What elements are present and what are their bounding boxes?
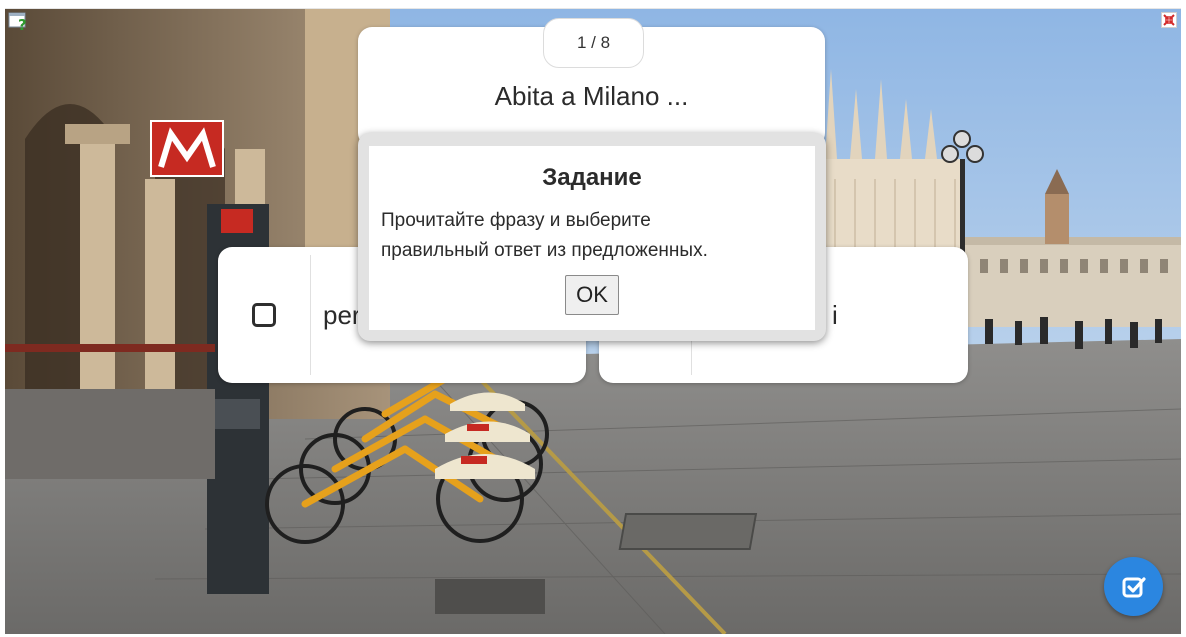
help-icon: ?: [8, 12, 27, 34]
task-dialog-line-1: Прочитайте фразу и выберите: [381, 210, 651, 231]
task-dialog: Задание Прочитайте фразу и выберите прав…: [358, 133, 826, 341]
task-dialog-line-2: правильный ответ из предложенных.: [381, 240, 708, 261]
task-dialog-text: Прочитайте фразу и выберите правильный о…: [369, 206, 815, 266]
question-card: 1 / 8 Abita a Milano ...: [358, 18, 825, 147]
exercise-stage: ? 1 / 8 Abita a Milano ... per i Задание…: [5, 8, 1181, 634]
ok-button[interactable]: OK: [565, 275, 619, 315]
svg-text:?: ?: [18, 16, 27, 31]
task-dialog-body: Задание Прочитайте фразу и выберите прав…: [369, 146, 815, 330]
fullscreen-button[interactable]: [1161, 12, 1177, 28]
question-counter: 1 / 8: [543, 18, 644, 68]
check-square-icon: [1122, 576, 1146, 597]
task-dialog-title: Задание: [542, 164, 642, 191]
question-text: Abita a Milano ...: [494, 81, 689, 111]
help-button[interactable]: ?: [8, 11, 28, 34]
answer-checkbox-area[interactable]: [218, 255, 311, 375]
check-answer-button[interactable]: [1104, 557, 1163, 616]
checkbox-icon[interactable]: [252, 303, 276, 327]
fullscreen-exit-icon: [1161, 12, 1177, 28]
answer-text: per: [323, 299, 361, 330]
